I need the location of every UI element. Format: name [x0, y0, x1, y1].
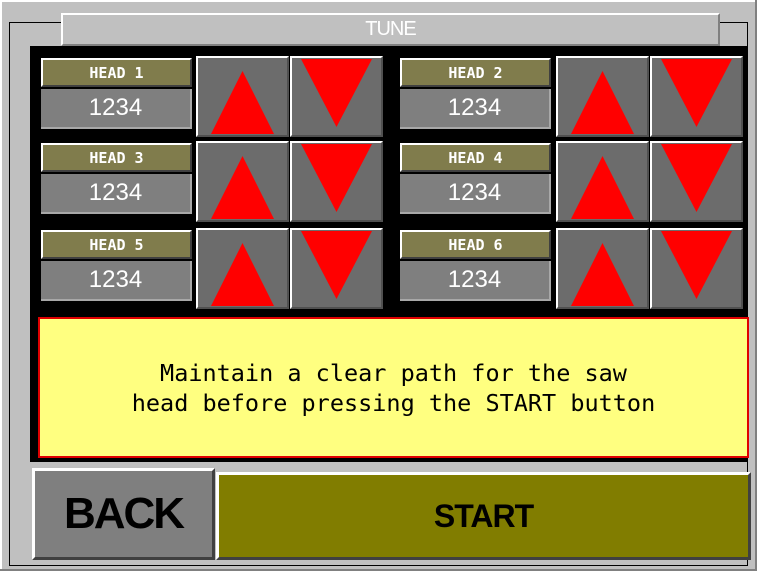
head-3-up-button[interactable] [196, 141, 289, 222]
head-6-value: 1234 [400, 261, 551, 301]
arrow-down-icon [661, 231, 732, 299]
head-1-down-button[interactable] [290, 56, 383, 137]
arrow-down-icon [301, 231, 372, 299]
head-3-label: HEAD 3 [41, 143, 192, 172]
frame-edge [9, 22, 10, 566]
arrow-up-icon [571, 243, 634, 306]
arrow-down-icon [301, 59, 372, 127]
safety-message-line-1: Maintain a clear path for the saw [160, 358, 627, 387]
frame-edge [9, 565, 748, 566]
safety-message-line-2: head before pressing the START button [131, 388, 656, 417]
frame-highlight-left [0, 0, 2, 571]
head-2-value: 1234 [400, 89, 551, 129]
head-2-label: HEAD 2 [400, 58, 551, 87]
head-2-up-button[interactable] [556, 56, 649, 137]
arrow-up-icon [211, 71, 274, 134]
head-1-value: 1234 [41, 89, 192, 129]
head-6-label: HEAD 6 [400, 230, 551, 259]
head-1-up-button[interactable] [196, 56, 289, 137]
arrow-up-icon [211, 243, 274, 306]
head-4-down-button[interactable] [650, 141, 743, 222]
head-4-value: 1234 [400, 174, 551, 214]
head-5-label: HEAD 5 [41, 230, 192, 259]
head-1-label: HEAD 1 [41, 58, 192, 87]
head-6-down-button[interactable] [650, 228, 743, 309]
head-4-up-button[interactable] [556, 141, 649, 222]
safety-message: Maintain a clear path for the saw head b… [38, 317, 749, 458]
page-title: TUNE [61, 13, 720, 46]
head-3-down-button[interactable] [290, 141, 383, 222]
frame-highlight-top [0, 0, 757, 2]
head-5-up-button[interactable] [196, 228, 289, 309]
head-3-value: 1234 [41, 174, 192, 214]
arrow-down-icon [301, 144, 372, 212]
head-6-up-button[interactable] [556, 228, 649, 309]
arrow-down-icon [661, 59, 732, 127]
head-5-value: 1234 [41, 261, 192, 301]
head-2-down-button[interactable] [650, 56, 743, 137]
arrow-up-icon [571, 156, 634, 219]
arrow-up-icon [211, 156, 274, 219]
arrow-up-icon [571, 71, 634, 134]
arrow-down-icon [661, 144, 732, 212]
back-button[interactable]: BACK [32, 468, 215, 560]
head-4-label: HEAD 4 [400, 143, 551, 172]
start-button[interactable]: START [216, 472, 751, 560]
head-5-down-button[interactable] [290, 228, 383, 309]
